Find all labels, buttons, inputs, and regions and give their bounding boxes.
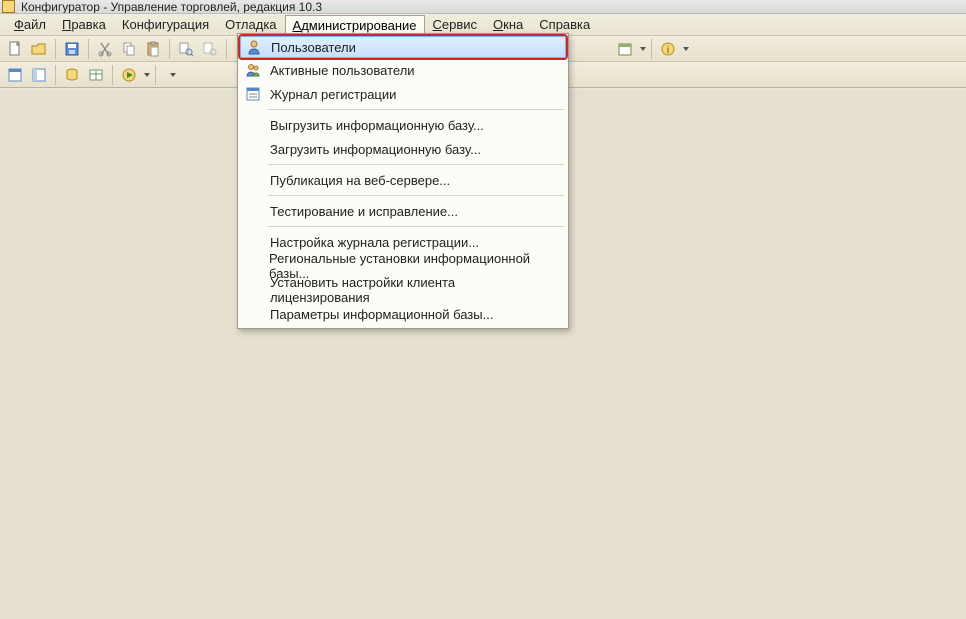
db-button[interactable] bbox=[61, 64, 83, 86]
paste-button[interactable] bbox=[142, 38, 164, 60]
save-button[interactable] bbox=[61, 38, 83, 60]
menu-item-окна[interactable]: Окна bbox=[485, 14, 531, 35]
menu-item-label: Параметры информационной базы... bbox=[270, 307, 493, 322]
menu-item[interactable]: Активные пользователи bbox=[240, 58, 566, 82]
journal-icon bbox=[244, 85, 262, 103]
dropdown-arrow-icon[interactable] bbox=[144, 73, 150, 77]
overflow-button[interactable] bbox=[161, 64, 183, 86]
find-button[interactable] bbox=[175, 38, 197, 60]
menu-item-label: Журнал регистрации bbox=[270, 87, 396, 102]
menu-item-label: Пользователи bbox=[271, 40, 356, 55]
open-folder-button[interactable] bbox=[28, 38, 50, 60]
panel1-button[interactable] bbox=[4, 64, 26, 86]
menu-item[interactable]: Пользователи bbox=[240, 36, 566, 58]
menu-item-label: Выгрузить информационную базу... bbox=[270, 118, 484, 133]
menu-item-label: Публикация на веб-сервере... bbox=[270, 173, 450, 188]
menu-divider bbox=[268, 226, 564, 227]
blank-icon bbox=[244, 257, 261, 275]
panel2-button[interactable] bbox=[28, 64, 50, 86]
find-next-button[interactable] bbox=[199, 38, 221, 60]
menu-item-отладка[interactable]: Отладка bbox=[217, 14, 284, 35]
blank-icon bbox=[244, 140, 262, 158]
menu-item[interactable]: Тестирование и исправление... bbox=[240, 199, 566, 223]
menu-item[interactable]: Журнал регистрации bbox=[240, 82, 566, 106]
menu-item-конфигурация[interactable]: Конфигурация bbox=[114, 14, 217, 35]
blank-icon bbox=[244, 281, 262, 299]
menu-item[interactable]: Публикация на веб-сервере... bbox=[240, 168, 566, 192]
menu-item[interactable]: Загрузить информационную базу... bbox=[240, 137, 566, 161]
cut-button[interactable] bbox=[94, 38, 116, 60]
titlebar: Конфигуратор - Управление торговлей, ред… bbox=[0, 0, 966, 14]
menu-item-label: Тестирование и исправление... bbox=[270, 204, 458, 219]
calendar-button[interactable] bbox=[614, 38, 636, 60]
menu-divider bbox=[268, 164, 564, 165]
blank-icon bbox=[244, 116, 262, 134]
menu-divider bbox=[268, 195, 564, 196]
play-button[interactable] bbox=[118, 64, 140, 86]
menu-divider bbox=[268, 109, 564, 110]
blank-icon bbox=[244, 171, 262, 189]
menu-item-справка[interactable]: Справка bbox=[531, 14, 598, 35]
menu-item[interactable]: Выгрузить информационную базу... bbox=[240, 113, 566, 137]
menu-item-правка[interactable]: Правка bbox=[54, 14, 114, 35]
blank-icon bbox=[244, 202, 262, 220]
menu-item[interactable]: Установить настройки клиента лицензирова… bbox=[240, 278, 566, 302]
blank-icon bbox=[244, 305, 262, 323]
menu-item-label: Настройка журнала регистрации... bbox=[270, 235, 479, 250]
user-icon bbox=[245, 38, 263, 56]
menu-item-администрирование[interactable]: Администрирование bbox=[285, 15, 425, 35]
dropdown-arrow-icon[interactable] bbox=[640, 47, 646, 51]
admin-dropdown-menu: Пользователи Активные пользователи Журнал … bbox=[237, 33, 569, 329]
menu-item[interactable]: Параметры информационной базы... bbox=[240, 302, 566, 326]
dropdown-arrow-icon[interactable] bbox=[683, 47, 689, 51]
blank-icon bbox=[244, 233, 262, 251]
svg-text:i: i bbox=[667, 45, 669, 56]
new-file-button[interactable] bbox=[4, 38, 26, 60]
menu-item-label: Активные пользователи bbox=[270, 63, 415, 78]
copy-button[interactable] bbox=[118, 38, 140, 60]
users-icon bbox=[244, 61, 262, 79]
menu-item-сервис[interactable]: Сервис bbox=[425, 14, 486, 35]
menu-item-label: Загрузить информационную базу... bbox=[270, 142, 481, 157]
menu-item-файл[interactable]: Файл bbox=[6, 14, 54, 35]
table-button[interactable] bbox=[85, 64, 107, 86]
help-button[interactable]: i bbox=[657, 38, 679, 60]
app-icon bbox=[2, 0, 15, 13]
window-title: Конфигуратор - Управление торговлей, ред… bbox=[21, 0, 322, 14]
menu-item-label: Установить настройки клиента лицензирова… bbox=[270, 275, 558, 305]
